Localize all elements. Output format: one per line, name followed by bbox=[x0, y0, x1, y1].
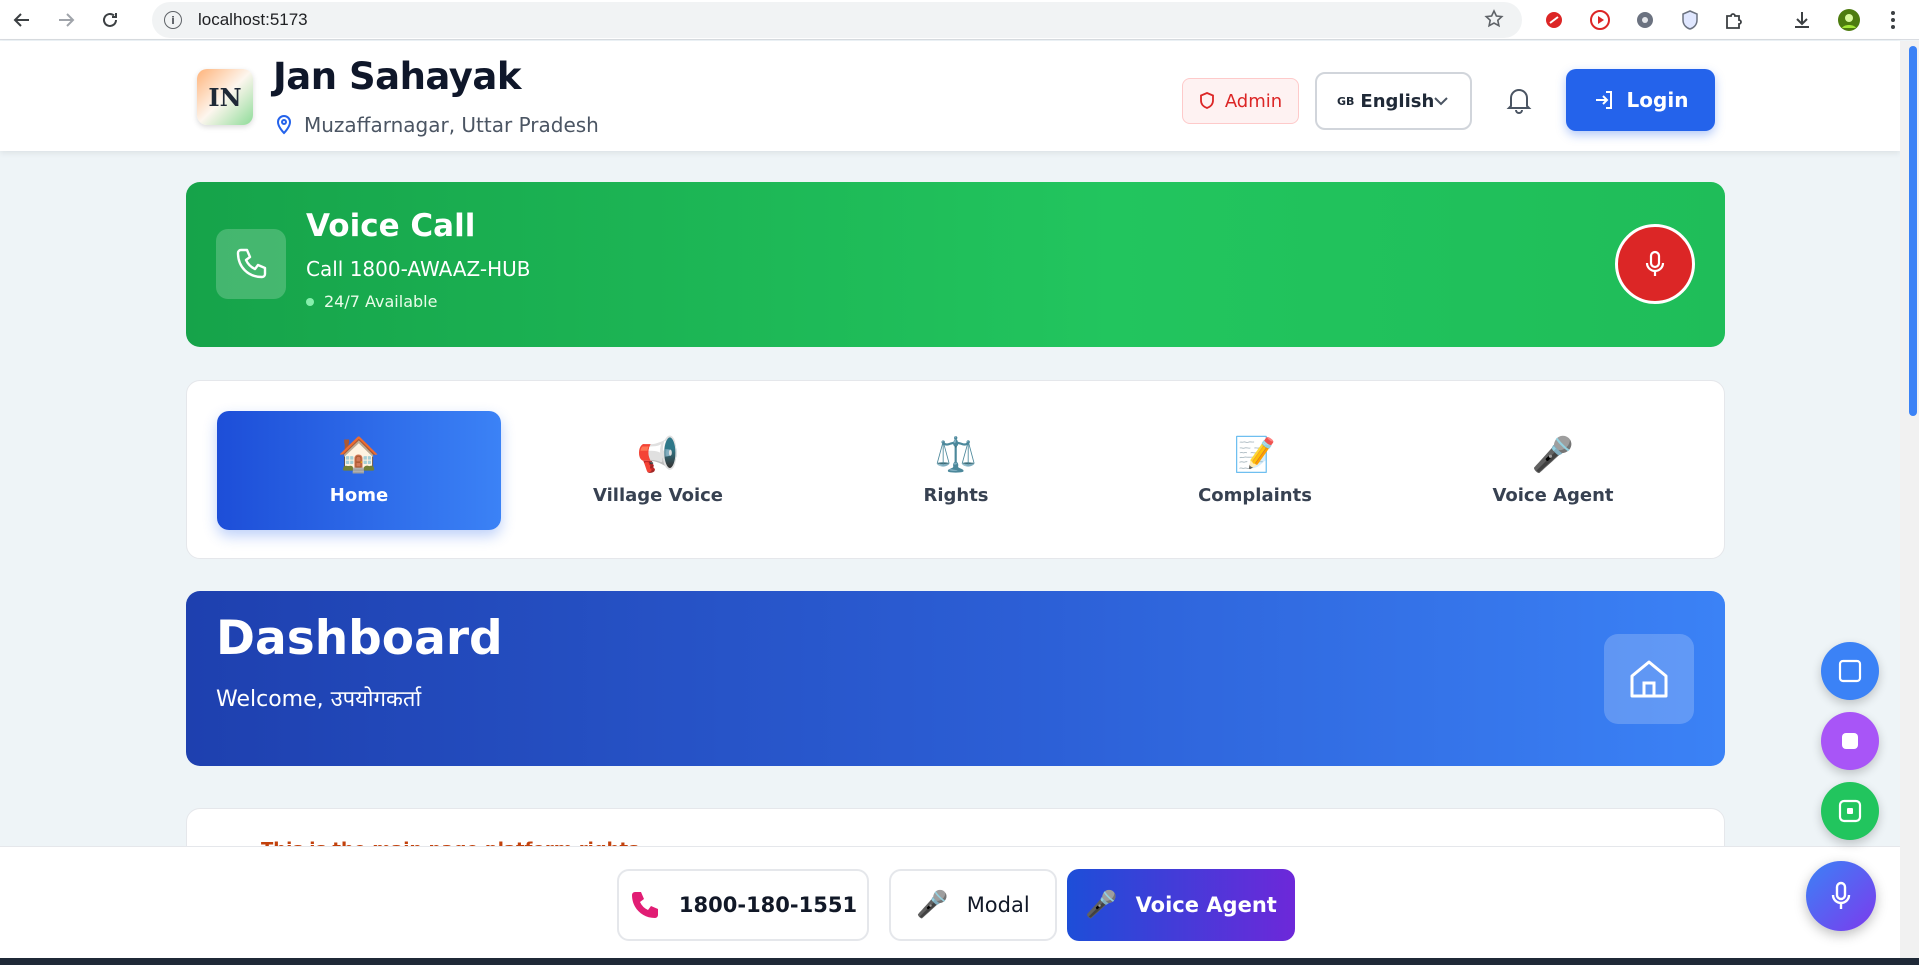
tab-complaints[interactable]: 📝 Complaints bbox=[1113, 411, 1397, 530]
record-icon bbox=[1838, 799, 1862, 823]
window-bottom-edge bbox=[0, 958, 1919, 965]
app-logo: IN bbox=[197, 69, 253, 125]
tab-label: Voice Agent bbox=[1492, 485, 1614, 506]
home-icon bbox=[1604, 634, 1694, 724]
memo-icon: 📝 bbox=[1233, 435, 1277, 475]
login-button[interactable]: Login bbox=[1566, 69, 1715, 131]
language-label: English bbox=[1360, 90, 1435, 112]
site-info-icon[interactable]: i bbox=[164, 11, 182, 29]
extension-red-icon[interactable] bbox=[1541, 7, 1567, 33]
extension-gray-icon[interactable] bbox=[1632, 7, 1658, 33]
microphone-emoji-icon: 🎤 bbox=[1531, 435, 1575, 475]
browser-menu-icon[interactable] bbox=[1880, 7, 1906, 33]
status-dot bbox=[306, 297, 314, 306]
address-bar[interactable]: i localhost:5173 bbox=[152, 2, 1522, 38]
voice-agent-button[interactable]: 🎤 Voice Agent bbox=[1067, 869, 1295, 941]
stop-icon bbox=[1842, 733, 1858, 749]
tab-voice-agent[interactable]: 🎤 Voice Agent bbox=[1411, 411, 1695, 530]
phone-icon bbox=[216, 229, 286, 299]
profile-avatar[interactable] bbox=[1836, 7, 1862, 33]
voice-call-mic-button[interactable] bbox=[1615, 224, 1695, 304]
floating-stop-button[interactable] bbox=[1821, 712, 1879, 770]
back-icon[interactable] bbox=[0, 0, 44, 40]
microphone-icon: 🎤 bbox=[1085, 890, 1118, 920]
scrollbar-thumb[interactable] bbox=[1909, 46, 1917, 416]
floating-record-button[interactable] bbox=[1821, 782, 1879, 840]
helpline-button[interactable]: 1800-180-1551 bbox=[617, 869, 869, 941]
phone-handset-icon bbox=[631, 892, 658, 918]
helpline-number: 1800-180-1551 bbox=[678, 893, 858, 917]
microphone-icon bbox=[1645, 250, 1665, 276]
availability-status: 24/7 Available bbox=[306, 292, 437, 311]
voice-call-card: Voice Call Call 1800-AWAAZ-HUB 24/7 Avai… bbox=[186, 182, 1725, 347]
shield-icon bbox=[1199, 92, 1214, 109]
language-select[interactable]: GB English bbox=[1315, 72, 1472, 130]
app-header: IN Jan Sahayak Muzaffarnagar, Uttar Prad… bbox=[0, 41, 1900, 151]
location-display: Muzaffarnagar, Uttar Pradesh bbox=[276, 113, 599, 137]
dashboard-banner: Dashboard Welcome, उपयोगकर्ता bbox=[186, 591, 1725, 766]
download-icon[interactable] bbox=[1789, 7, 1815, 33]
voice-call-title: Voice Call bbox=[306, 208, 476, 244]
floating-square-button[interactable] bbox=[1821, 642, 1879, 700]
language-flag: GB bbox=[1337, 94, 1355, 108]
availability-text: 24/7 Available bbox=[324, 292, 438, 311]
voice-agent-label: Voice Agent bbox=[1135, 893, 1277, 917]
extension-play-icon[interactable] bbox=[1587, 7, 1613, 33]
microphone-icon: 🎤 bbox=[916, 890, 949, 920]
extension-shield-icon[interactable] bbox=[1677, 7, 1703, 33]
tab-label: Village Voice bbox=[593, 485, 723, 506]
login-icon bbox=[1595, 91, 1612, 109]
square-icon bbox=[1838, 659, 1862, 683]
tab-village-voice[interactable]: 📢 Village Voice bbox=[516, 411, 800, 530]
extensions-puzzle-icon[interactable] bbox=[1721, 7, 1747, 33]
tab-label: Home bbox=[329, 485, 389, 506]
bookmark-star-icon[interactable] bbox=[1484, 9, 1504, 33]
tab-label: Rights bbox=[923, 485, 989, 506]
tab-label: Complaints bbox=[1198, 485, 1312, 506]
admin-label: Admin bbox=[1224, 90, 1283, 112]
location-text: Muzaffarnagar, Uttar Pradesh bbox=[304, 113, 599, 137]
tab-rights[interactable]: ⚖️ Rights bbox=[814, 411, 1098, 530]
reload-icon[interactable] bbox=[88, 0, 132, 40]
tab-home[interactable]: 🏠 Home bbox=[217, 411, 501, 530]
url-text: localhost:5173 bbox=[198, 10, 308, 29]
modal-button[interactable]: 🎤 Modal bbox=[889, 869, 1057, 941]
home-emoji-icon: 🏠 bbox=[337, 435, 381, 475]
browser-toolbar: i localhost:5173 bbox=[0, 0, 1919, 40]
scales-icon: ⚖️ bbox=[934, 435, 978, 475]
login-label: Login bbox=[1626, 88, 1689, 112]
voice-call-number: Call 1800-AWAAZ-HUB bbox=[306, 257, 531, 281]
dashboard-title: Dashboard bbox=[216, 611, 503, 666]
admin-button[interactable]: Admin bbox=[1182, 78, 1299, 124]
bell-icon[interactable] bbox=[1505, 85, 1533, 119]
forward-icon[interactable] bbox=[44, 0, 88, 40]
app-title: Jan Sahayak bbox=[273, 55, 521, 98]
main-navigation: 🏠 Home 📢 Village Voice ⚖️ Rights 📝 Compl… bbox=[186, 380, 1725, 559]
floating-mic-button[interactable] bbox=[1806, 861, 1876, 931]
modal-label: Modal bbox=[966, 893, 1030, 917]
megaphone-icon: 📢 bbox=[636, 435, 680, 475]
chevron-down-icon bbox=[1434, 97, 1448, 106]
bottom-action-bar: 1800-180-1551 🎤 Modal 🎤 Voice Agent bbox=[0, 846, 1900, 958]
location-pin-icon bbox=[276, 115, 292, 135]
microphone-icon bbox=[1831, 881, 1851, 909]
welcome-text: Welcome, उपयोगकर्ता bbox=[216, 687, 422, 712]
